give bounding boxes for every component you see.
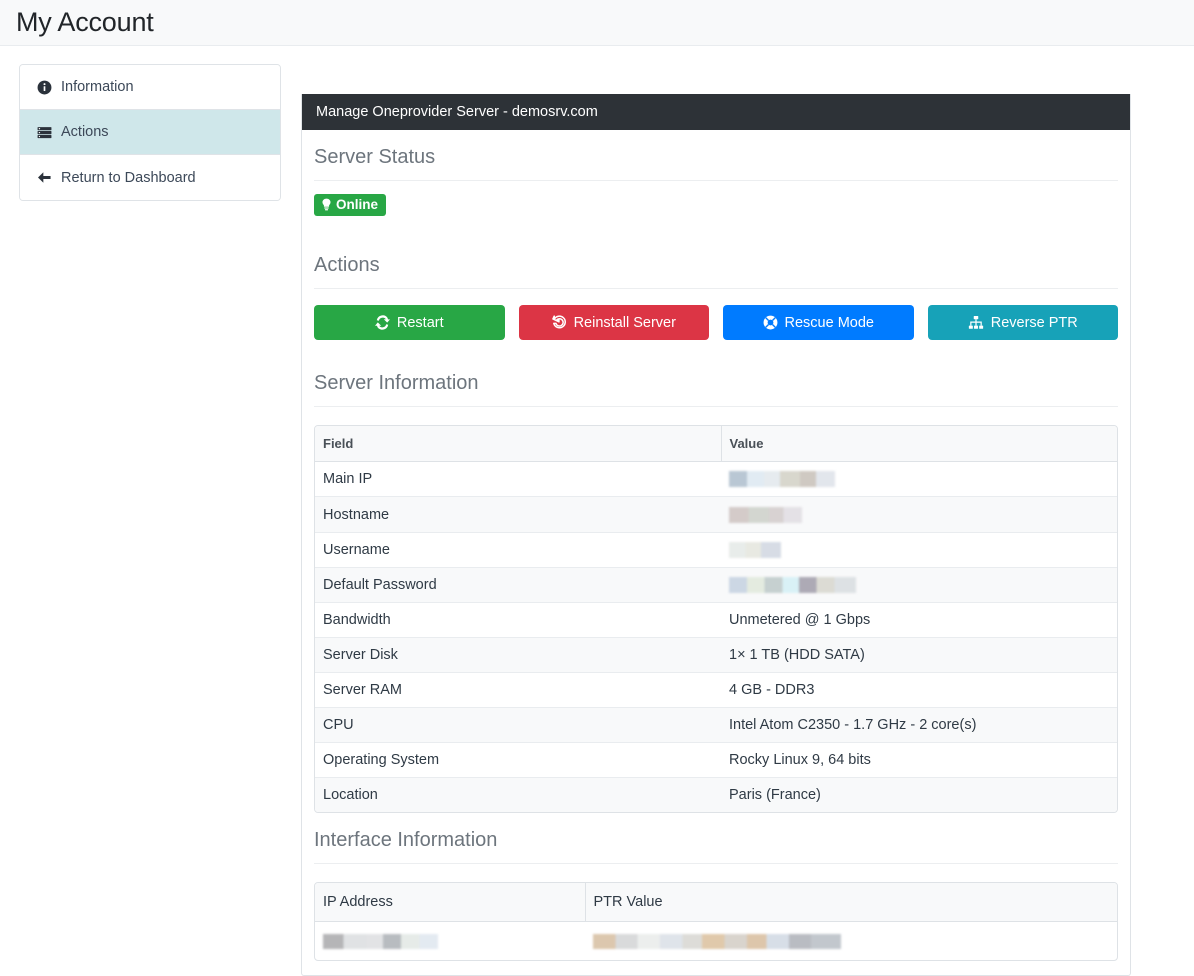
- field-value: Paris (France): [729, 787, 821, 804]
- field-value-redacted: [721, 461, 1117, 498]
- sidebar-item-label: Return to Dashboard: [61, 169, 196, 186]
- panel-header: Manage Oneprovider Server - demosrv.com: [302, 94, 1130, 130]
- field-value-redacted: [721, 532, 1117, 568]
- field-label: Server Disk: [315, 637, 721, 673]
- page-body: Information Actions Return to Dashboard …: [0, 46, 1194, 976]
- button-label: Reverse PTR: [990, 314, 1078, 331]
- server-stack-icon: [36, 124, 52, 140]
- sidebar: Information Actions Return to Dashboard: [19, 64, 281, 201]
- server-information-table-wrap: Field Value Main IP Hostname Username De…: [314, 425, 1118, 814]
- top-bar: My Account: [0, 0, 1194, 46]
- field-value-redacted: [721, 567, 1117, 603]
- sidebar-item-actions[interactable]: Actions: [20, 110, 280, 155]
- reinstall-server-button[interactable]: Reinstall Server: [518, 305, 709, 341]
- panel-body: Server Status Online Actions Restart Rei…: [302, 146, 1130, 975]
- field-value: Intel Atom C2350 - 1.7 GHz - 2 core(s): [721, 707, 1117, 743]
- lightbulb-icon: [321, 198, 332, 211]
- button-label: Restart: [396, 314, 444, 331]
- sync-icon: [374, 315, 390, 330]
- page-title: My Account: [16, 7, 154, 37]
- table-header-row: Field Value: [315, 426, 1117, 463]
- server-information-table: Field Value Main IP Hostname Username De…: [315, 426, 1117, 813]
- field-label: Hostname: [315, 496, 721, 533]
- interface-information-heading: Interface Information: [314, 829, 1118, 865]
- redacted-block: [729, 506, 802, 523]
- table-header-row: IP Address PTR Value: [315, 883, 1117, 923]
- status-badge-label: Online: [336, 197, 379, 212]
- table-row: Operating System Rocky Linux 9, 64 bits: [315, 742, 1117, 778]
- manage-server-panel: Manage Oneprovider Server - demosrv.com …: [301, 94, 1131, 976]
- field-value: Unmetered @ 1 Gbps: [721, 602, 1117, 638]
- field-label: Operating System: [315, 742, 721, 778]
- life-ring-icon: [763, 315, 778, 330]
- table-row: Hostname: [315, 496, 1117, 533]
- redacted-block: [729, 541, 781, 558]
- column-header-ip-address: IP Address: [315, 883, 586, 923]
- server-information-heading: Server Information: [314, 372, 1118, 408]
- table-row: CPU Intel Atom C2350 - 1.7 GHz - 2 core(…: [315, 707, 1117, 743]
- server-status-row: Online: [314, 181, 1118, 238]
- field-label: Location: [323, 787, 378, 804]
- table-row: Bandwidth Unmetered @ 1 Gbps: [315, 602, 1117, 638]
- field-label: Default Password: [315, 567, 721, 603]
- sidebar-item-label: Actions: [61, 124, 109, 140]
- sidebar-item-information[interactable]: Information: [20, 65, 280, 110]
- reverse-ptr-button[interactable]: Reverse PTR: [927, 305, 1118, 341]
- sitemap-icon: [968, 315, 984, 330]
- field-label: Main IP: [315, 461, 721, 498]
- actions-button-row: Restart Reinstall Server Rescue Mode Rev…: [314, 289, 1118, 356]
- undo-icon: [551, 315, 567, 330]
- actions-heading: Actions: [314, 254, 1118, 290]
- restart-button[interactable]: Restart: [314, 305, 505, 341]
- redacted-block: [729, 471, 835, 488]
- field-value: 4 GB - DDR3: [721, 672, 1117, 708]
- column-header-value: Value: [721, 426, 1117, 463]
- status-badge: Online: [314, 194, 387, 216]
- panel-header-title: Manage Oneprovider Server - demosrv.com: [316, 104, 598, 120]
- sidebar-item-return-to-dashboard[interactable]: Return to Dashboard: [20, 155, 280, 200]
- info-circle-icon: [36, 79, 52, 95]
- interface-information-table: IP Address PTR Value: [315, 883, 1117, 960]
- button-label: Rescue Mode: [784, 314, 874, 331]
- redacted-block: [593, 934, 841, 950]
- ptr-value-redacted: [585, 922, 1117, 961]
- field-label: Server RAM: [315, 672, 721, 708]
- ip-address-value-redacted: [315, 922, 585, 961]
- field-label: Username: [315, 532, 721, 568]
- interface-information-table-wrap: IP Address PTR Value: [314, 882, 1118, 962]
- field-value: Rocky Linux 9, 64 bits: [721, 742, 1117, 778]
- arrow-left-icon: [36, 170, 52, 186]
- table-row: Location Paris (France): [315, 777, 1117, 813]
- server-status-heading: Server Status: [314, 146, 1118, 181]
- redacted-block: [323, 934, 438, 950]
- field-label: CPU: [315, 707, 721, 743]
- redacted-block: [729, 576, 856, 593]
- field-label: Bandwidth: [315, 602, 721, 638]
- column-header-field: Field: [315, 426, 722, 463]
- table-row: Main IP: [315, 461, 1117, 498]
- table-row: Username: [315, 532, 1117, 568]
- field-value-redacted: [721, 496, 1117, 533]
- rescue-mode-button[interactable]: Rescue Mode: [723, 305, 914, 341]
- table-row: Default Password: [315, 567, 1117, 603]
- table-row: Server Disk 1× 1 TB (HDD SATA): [315, 637, 1117, 673]
- column-header-ptr-value: PTR Value: [585, 883, 1117, 923]
- button-label: Reinstall Server: [573, 314, 676, 331]
- field-value: 1× 1 TB (HDD SATA): [721, 637, 1117, 673]
- table-row: [315, 922, 1117, 961]
- sidebar-item-label: Information: [61, 79, 134, 95]
- table-row: Server RAM 4 GB - DDR3: [315, 672, 1117, 708]
